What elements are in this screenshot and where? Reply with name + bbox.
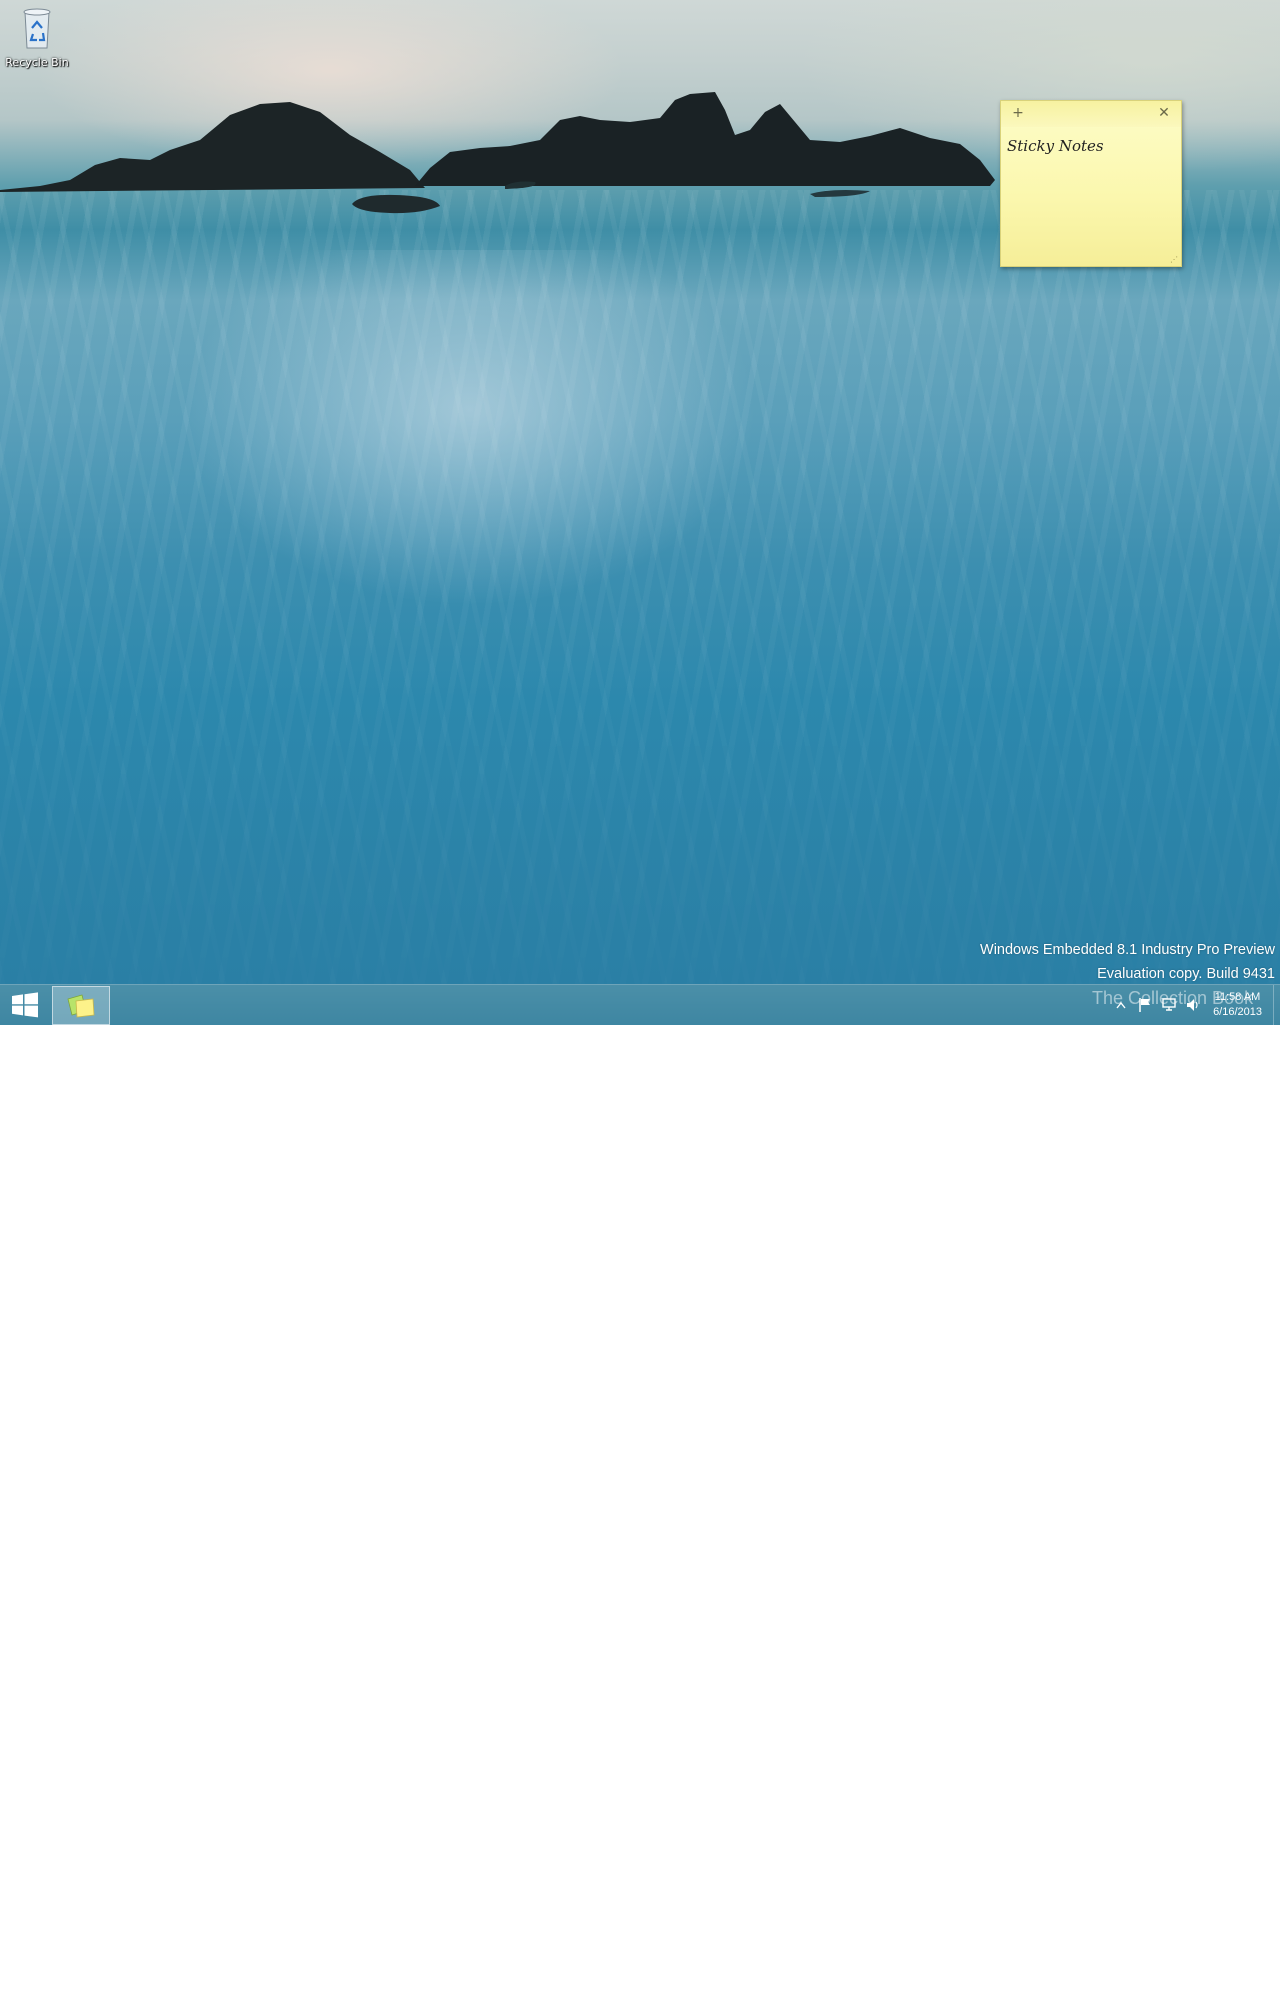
watermark-line-1: Windows Embedded 8.1 Industry Pro Previe…	[980, 942, 1275, 958]
clock[interactable]: 11:58 AM 6/16/2013	[1205, 990, 1280, 1020]
show-desktop-button[interactable]	[1273, 985, 1280, 1025]
sticky-note-window[interactable]: + ✕ Sticky Notes ⋰	[1000, 100, 1182, 267]
recycle-bin-shortcut[interactable]: Recycle Bin	[4, 6, 70, 69]
start-button[interactable]	[4, 987, 46, 1023]
resize-grip-icon[interactable]: ⋰	[1170, 255, 1178, 264]
clock-date: 6/16/2013	[1213, 1006, 1262, 1018]
volume-icon[interactable]	[1182, 994, 1204, 1016]
water-streaks	[0, 190, 1280, 984]
action-center-flag-icon[interactable]	[1134, 994, 1156, 1016]
clock-time: 11:58 AM	[1214, 991, 1261, 1003]
taskbar-sticky-notes-button[interactable]	[52, 986, 110, 1025]
recycle-bin-icon	[23, 8, 51, 49]
windows-logo-icon	[12, 992, 38, 1018]
recycle-bin-label: Recycle Bin	[5, 56, 69, 69]
desktop-background[interactable]: Recycle Bin + ✕ Sticky Notes ⋰ Windows E…	[0, 0, 1280, 984]
watermark-line-2: Evaluation copy. Build 9431	[1097, 966, 1275, 982]
show-hidden-icons-chevron[interactable]	[1110, 994, 1132, 1016]
sticky-note-text[interactable]: Sticky Notes	[1007, 137, 1104, 155]
book-watermark-icon	[1031, 1967, 1081, 2011]
sticky-notes-icon	[67, 994, 95, 1017]
os-watermark: Windows Embedded 8.1 Industry Pro Previe…	[980, 938, 1275, 984]
close-note-button[interactable]: ✕	[1155, 104, 1173, 122]
network-icon[interactable]	[1158, 994, 1180, 1016]
add-note-button[interactable]: +	[1009, 104, 1027, 122]
sticky-note-titlebar[interactable]: + ✕	[1001, 101, 1181, 127]
taskbar: The Collection Book 11:58 AM 6/16/2013	[0, 984, 1280, 2011]
notification-area: 11:58 AM 6/16/2013	[1109, 985, 1280, 1025]
